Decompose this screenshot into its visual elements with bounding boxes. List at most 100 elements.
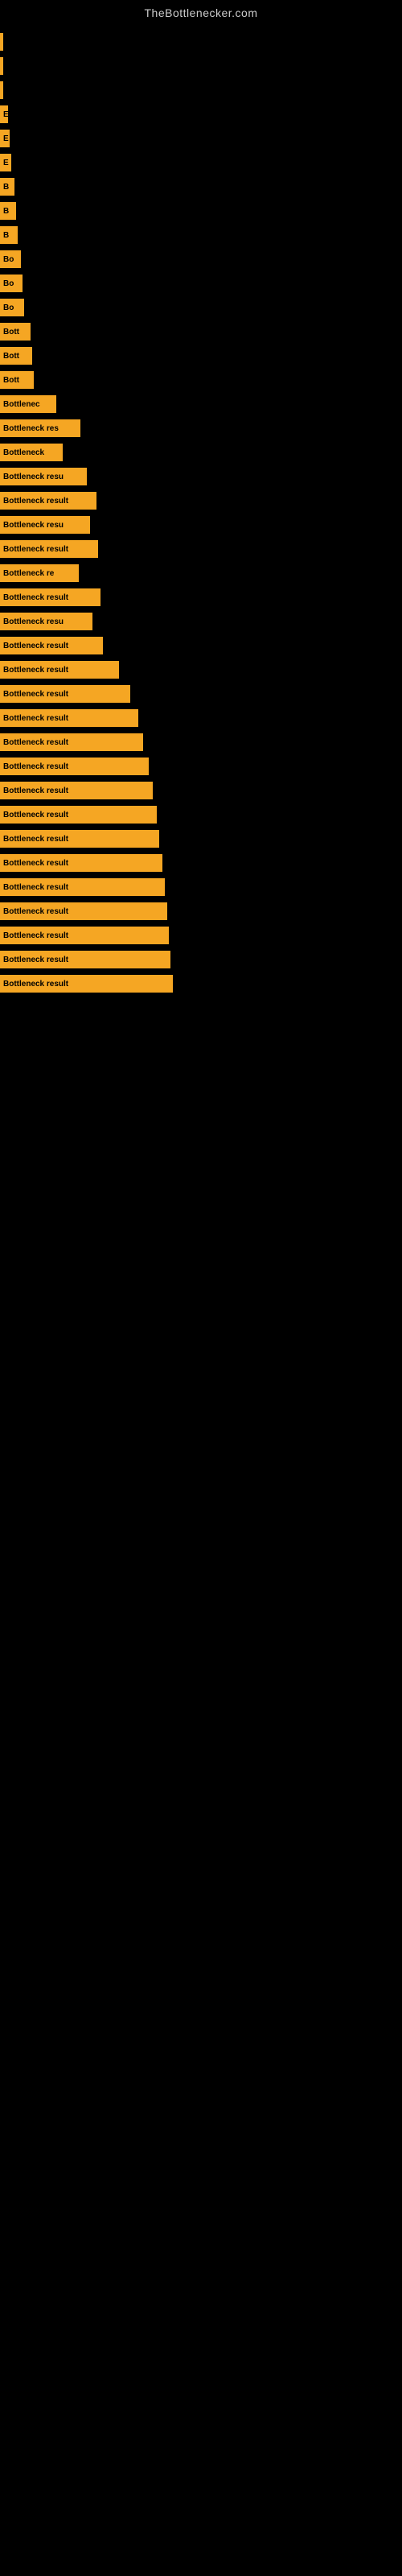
- bar-fill: Bottleneck res: [0, 419, 80, 437]
- bar-label: Bottleneck result: [3, 811, 68, 819]
- bar-row: Bottleneck result: [0, 924, 402, 947]
- bar-row: Bottleneck result: [0, 779, 402, 802]
- bar-row: Bottleneck result: [0, 707, 402, 729]
- bar-label: Bottleneck: [3, 448, 44, 457]
- bar-label: Bott: [3, 352, 19, 361]
- bar-row: B: [0, 224, 402, 246]
- bar-label: Bottleneck result: [3, 956, 68, 964]
- bar-fill: E: [0, 105, 8, 123]
- bar-fill: Bottleneck result: [0, 902, 167, 920]
- bar-fill: Bottleneck result: [0, 927, 169, 944]
- bar-fill: B: [0, 226, 18, 244]
- bar-fill: Bottleneck result: [0, 637, 103, 654]
- bar-label: Bottleneck result: [3, 593, 68, 602]
- bar-label: Bo: [3, 279, 14, 288]
- bar-label: Bottleneck result: [3, 690, 68, 699]
- bar-fill: Bott: [0, 347, 32, 365]
- bar-fill: Bottleneck resu: [0, 613, 92, 630]
- bar-fill: Bottleneck result: [0, 975, 173, 993]
- bar-fill: Bott: [0, 371, 34, 389]
- bar-fill: B: [0, 202, 16, 220]
- bar-row: Bottleneck result: [0, 489, 402, 512]
- bar-row: Bottlenec: [0, 393, 402, 415]
- bar-fill: Bottleneck result: [0, 733, 143, 751]
- bar-row: Bottleneck resu: [0, 610, 402, 633]
- bar-row: Bottleneck re: [0, 562, 402, 584]
- bar-label: Bottleneck result: [3, 980, 68, 989]
- bar-label: Bottleneck result: [3, 786, 68, 795]
- bar-row: Bottleneck result: [0, 876, 402, 898]
- bar-label: Bottleneck re: [3, 569, 54, 578]
- bar-row: Bottleneck resu: [0, 465, 402, 488]
- bar-fill: Bottleneck result: [0, 492, 96, 510]
- bar-fill: Bottleneck result: [0, 685, 130, 703]
- bar-label: Bottleneck resu: [3, 617, 64, 626]
- bar-row: Bottleneck res: [0, 417, 402, 440]
- bar-fill: Bo: [0, 275, 23, 292]
- bar-fill: Bottleneck result: [0, 709, 138, 727]
- bar-row: Bo: [0, 272, 402, 295]
- bar-row: Bott: [0, 320, 402, 343]
- bar-row: B: [0, 175, 402, 198]
- bar-fill: Bott: [0, 323, 31, 341]
- bar-row: Bottleneck result: [0, 900, 402, 923]
- bar-row: Bottleneck result: [0, 948, 402, 971]
- bar-label: Bottleneck result: [3, 545, 68, 554]
- bar-fill: E: [0, 154, 11, 171]
- bar-row: E: [0, 151, 402, 174]
- bar-fill: E: [0, 130, 10, 147]
- bar-label: Bottleneck result: [3, 642, 68, 650]
- bar-label: E: [3, 134, 9, 143]
- bar-label: Bottleneck resu: [3, 473, 64, 481]
- bar-label: Bottleneck result: [3, 497, 68, 506]
- bar-fill: Bottleneck result: [0, 661, 119, 679]
- bar-fill: [0, 33, 3, 51]
- bar-label: Bottleneck resu: [3, 521, 64, 530]
- bar-row: Bottleneck result: [0, 803, 402, 826]
- bar-label: Bott: [3, 376, 19, 385]
- bar-label: B: [3, 207, 9, 216]
- bar-fill: Bottleneck resu: [0, 468, 87, 485]
- bar-row: E: [0, 103, 402, 126]
- bar-label: Bottleneck result: [3, 738, 68, 747]
- bars-container: EEEBBBBoBoBoBottBottBottBottlenecBottlen…: [0, 23, 402, 997]
- bar-row: Bott: [0, 345, 402, 367]
- bar-row: Bottleneck result: [0, 683, 402, 705]
- bar-row: Bottleneck result: [0, 658, 402, 681]
- bar-fill: Bottlenec: [0, 395, 56, 413]
- bar-label: Bottleneck result: [3, 666, 68, 675]
- bar-label: Bo: [3, 255, 14, 264]
- bar-label: Bott: [3, 328, 19, 336]
- bar-row: Bottleneck result: [0, 731, 402, 753]
- bar-row: Bo: [0, 296, 402, 319]
- bar-row: [0, 55, 402, 77]
- bar-fill: Bottleneck resu: [0, 516, 90, 534]
- bar-fill: B: [0, 178, 14, 196]
- bar-fill: Bottleneck: [0, 444, 63, 461]
- bar-fill: Bottleneck result: [0, 806, 157, 824]
- bar-row: Bo: [0, 248, 402, 270]
- bar-label: Bottleneck result: [3, 931, 68, 940]
- bar-row: [0, 31, 402, 53]
- bar-label: Bottleneck result: [3, 762, 68, 771]
- bar-fill: Bottleneck result: [0, 540, 98, 558]
- bar-label: Bo: [3, 303, 14, 312]
- bar-label: E: [3, 110, 8, 119]
- bar-fill: Bottleneck result: [0, 878, 165, 896]
- bar-fill: Bottleneck re: [0, 564, 79, 582]
- bar-row: B: [0, 200, 402, 222]
- bar-fill: [0, 57, 3, 75]
- bar-row: Bott: [0, 369, 402, 391]
- bar-fill: Bottleneck result: [0, 782, 153, 799]
- bar-fill: Bo: [0, 250, 21, 268]
- bar-label: Bottleneck res: [3, 424, 59, 433]
- bar-label: Bottlenec: [3, 400, 40, 409]
- bar-row: Bottleneck result: [0, 586, 402, 609]
- bar-row: Bottleneck result: [0, 538, 402, 560]
- bar-row: Bottleneck result: [0, 828, 402, 850]
- bar-fill: Bottleneck result: [0, 758, 149, 775]
- bar-label: B: [3, 231, 9, 240]
- bar-label: Bottleneck result: [3, 907, 68, 916]
- bar-row: [0, 79, 402, 101]
- bar-label: Bottleneck result: [3, 714, 68, 723]
